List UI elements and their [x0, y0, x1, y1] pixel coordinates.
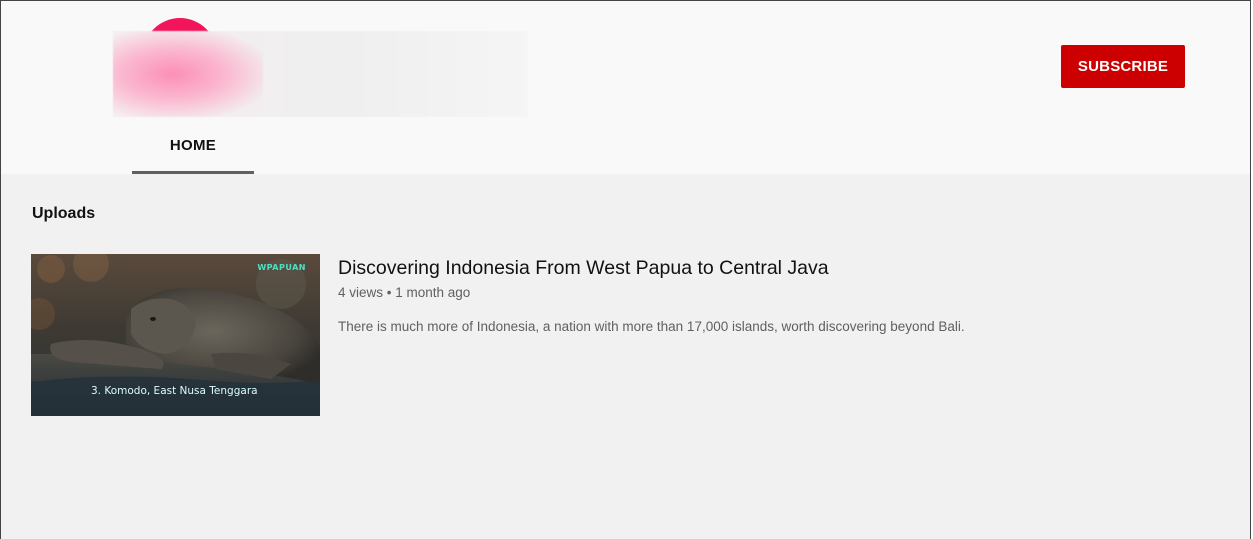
- tab-home-label: HOME: [169, 137, 217, 154]
- video-title[interactable]: Discovering Indonesia From West Papua to…: [338, 257, 829, 280]
- video-thumbnail[interactable]: WPAPUAN 3. Komodo, East Nusa Tenggara: [31, 254, 320, 416]
- tab-home[interactable]: HOME: [132, 123, 254, 174]
- video-meta: 4 views • 1 month ago: [338, 285, 471, 300]
- thumbnail-watermark: WPAPUAN: [257, 263, 306, 272]
- thumbnail-caption: 3. Komodo, East Nusa Tenggara: [91, 385, 258, 397]
- w-logo-icon: W: [257, 263, 267, 272]
- channel-name-blurred: [113, 31, 528, 117]
- video-description: There is much more of Indonesia, a natio…: [338, 319, 965, 334]
- uploads-section-title[interactable]: Uploads: [32, 205, 95, 223]
- channel-header: SUBSCRIBE HOME: [1, 1, 1250, 174]
- channel-content: Uploads WPAPUAN 3. Komodo, East Nusa Ten…: [1, 174, 1250, 539]
- subscribe-button[interactable]: SUBSCRIBE: [1061, 45, 1185, 88]
- video-item: WPAPUAN 3. Komodo, East Nusa Tenggara Di…: [31, 254, 1031, 416]
- channel-page: SUBSCRIBE HOME Uploads WPAPUAN 3. Komodo…: [0, 0, 1251, 539]
- blurred-avatar-region: [113, 31, 263, 117]
